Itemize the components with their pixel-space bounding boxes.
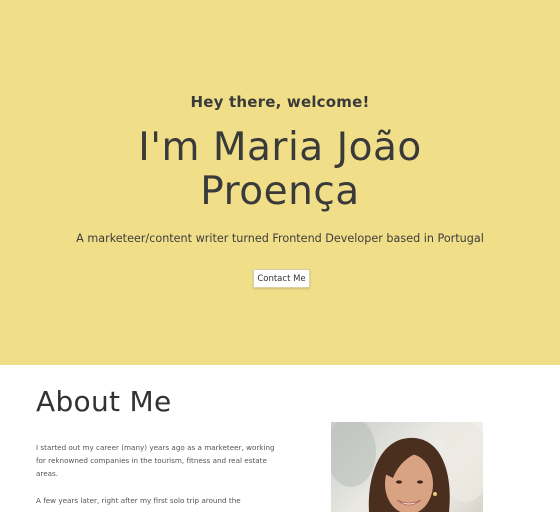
hero-greeting: Hey there, welcome! bbox=[190, 93, 370, 111]
hero-name-line1: I'm Maria João bbox=[138, 125, 422, 170]
about-title: About Me bbox=[36, 385, 172, 418]
profile-photo bbox=[331, 422, 483, 512]
hero-name: I'm Maria João Proença bbox=[40, 126, 520, 214]
hero-section: Hey there, welcome! I'm Maria João Proen… bbox=[0, 0, 560, 365]
about-paragraph: I started out my career (many) years ago… bbox=[36, 443, 275, 478]
profile-photo-illustration bbox=[331, 422, 483, 512]
about-paragraph: A few years later, right after my first … bbox=[36, 496, 241, 505]
contact-me-button[interactable]: Contact Me bbox=[253, 269, 310, 288]
hero-tagline: A marketeer/content writer turned Fronte… bbox=[76, 232, 484, 245]
hero-name-line2: Proença bbox=[200, 169, 360, 214]
